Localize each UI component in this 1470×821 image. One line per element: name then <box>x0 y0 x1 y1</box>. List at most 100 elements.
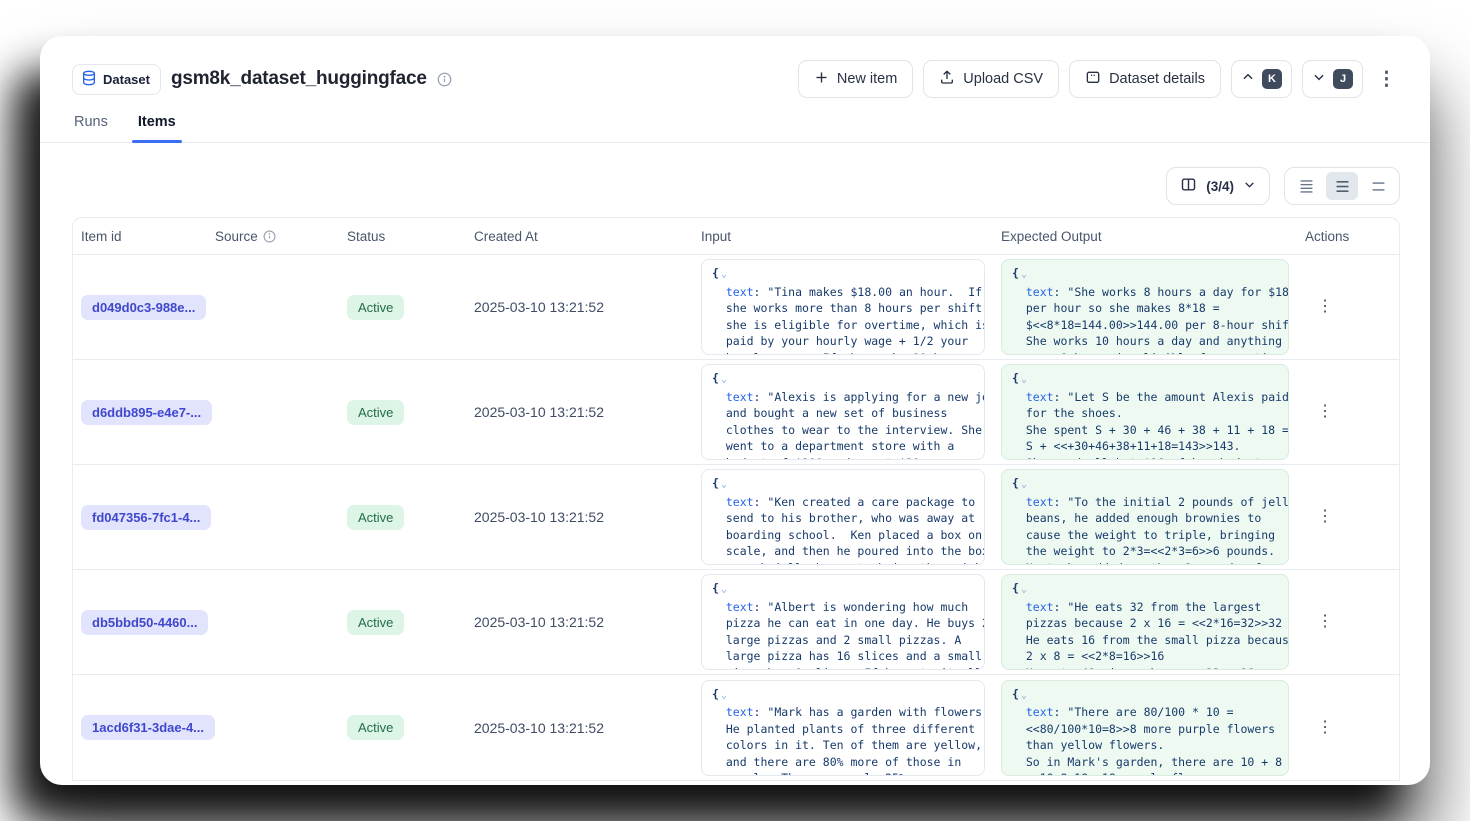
status-badge: Active <box>347 295 404 320</box>
json-value: "Tina makes $18.00 an hour. If <box>767 285 982 299</box>
created-at-cell: 2025-03-10 13:21:52 <box>466 509 693 525</box>
json-key: text <box>1012 705 1054 719</box>
collapse-chevron-icon[interactable]: ⌄ <box>721 690 727 701</box>
json-value: "Let S be the amount Alexis paid <box>1067 390 1289 404</box>
json-line: clothes to wear to the interview. She <box>712 422 974 439</box>
json-open-brace-line: {⌄ <box>712 475 974 494</box>
input-cell-preview[interactable]: {⌄ text: "Tina makes $18.00 an hour. If … <box>701 259 985 355</box>
json-line: pizza he can eat in one day. He buys 2 <box>712 615 974 632</box>
upload-csv-button[interactable]: Upload CSV <box>923 60 1059 98</box>
input-cell: {⌄ text: "Tina makes $18.00 an hour. If … <box>693 259 993 355</box>
output-cell: {⌄ text: "There are 80/100 * 10 = <<80/1… <box>993 680 1297 776</box>
item-id-badge[interactable]: fd047356-7fc1-4... <box>81 505 211 530</box>
output-cell-preview[interactable]: {⌄ text: "She works 8 hours a day for $1… <box>1001 259 1289 355</box>
json-key: text <box>712 600 754 614</box>
columns-icon <box>1180 176 1197 196</box>
input-cell-preview[interactable]: {⌄ text: "Albert is wondering how much p… <box>701 574 985 670</box>
item-id-badge[interactable]: d049d0c3-988e... <box>81 295 206 320</box>
collapse-chevron-icon[interactable]: ⌄ <box>721 479 727 490</box>
row-height-medium-button[interactable] <box>1326 172 1358 200</box>
json-colon: : <box>754 705 768 719</box>
json-line: text: "To the initial 2 pounds of jelly <box>1012 494 1278 511</box>
title-info-icon[interactable] <box>437 72 452 87</box>
upload-csv-label: Upload CSV <box>963 71 1043 87</box>
column-header-item-id[interactable]: Item id <box>73 229 207 244</box>
json-value: "To the initial 2 pounds of jelly <box>1067 495 1289 509</box>
json-key: text <box>1012 285 1054 299</box>
item-id-badge[interactable]: 1acd6f31-3dae-4... <box>81 715 215 740</box>
collapse-chevron-icon[interactable]: ⌄ <box>1021 479 1027 490</box>
column-header-actions: Actions <box>1297 229 1400 244</box>
collapse-chevron-icon[interactable]: ⌄ <box>1021 584 1027 595</box>
json-line: text: "Albert is wondering how much <box>712 599 974 616</box>
open-brace: { <box>1012 476 1019 490</box>
row-actions-menu-button[interactable]: ⋮ <box>1311 714 1339 742</box>
collapse-chevron-icon[interactable]: ⌄ <box>1021 374 1027 385</box>
input-cell-preview[interactable]: {⌄ text: "Alexis is applying for a new j… <box>701 364 985 460</box>
tab-runs[interactable]: Runs <box>72 114 110 142</box>
row-actions-menu-button[interactable]: ⋮ <box>1311 398 1339 426</box>
source-header-label: Source <box>215 229 258 244</box>
row-height-large-button[interactable] <box>1362 172 1394 200</box>
created-at-cell: 2025-03-10 13:21:52 <box>466 404 693 420</box>
column-header-source[interactable]: Source <box>207 229 339 244</box>
header-more-menu-button[interactable]: ⋮ <box>1373 60 1400 98</box>
column-header-input[interactable]: Input <box>693 229 993 244</box>
json-line: went to a department store with a <box>712 438 974 455</box>
row-height-small-button[interactable] <box>1290 172 1322 200</box>
item-id-badge[interactable]: d6ddb895-e4e7-... <box>81 400 212 425</box>
json-colon: : <box>754 390 768 404</box>
items-table: Item id Source Status Created At Input E… <box>72 217 1400 781</box>
json-line: text: "She works 8 hours a day for $18 <box>1012 284 1278 301</box>
table-row: d049d0c3-988e...Active2025-03-10 13:21:5… <box>73 255 1399 360</box>
column-header-expected-output[interactable]: Expected Output <box>993 229 1297 244</box>
collapse-chevron-icon[interactable]: ⌄ <box>721 584 727 595</box>
input-cell-preview[interactable]: {⌄ text: "Ken created a care package to … <box>701 469 985 565</box>
output-cell-preview[interactable]: {⌄ text: "There are 80/100 * 10 = <<80/1… <box>1001 680 1289 776</box>
row-actions-menu-button[interactable]: ⋮ <box>1311 608 1339 636</box>
json-colon: : <box>1054 285 1068 299</box>
page-header: Dataset gsm8k_dataset_huggingface New it… <box>40 36 1430 98</box>
json-line: and bought a new set of business <box>712 405 974 422</box>
json-colon: : <box>1054 495 1068 509</box>
dataset-details-button[interactable]: Dataset details <box>1069 60 1221 98</box>
item-id-badge[interactable]: db5bbd50-4460... <box>81 610 208 635</box>
row-actions-menu-button[interactable]: ⋮ <box>1311 293 1339 321</box>
hotkey-j-badge: J <box>1333 69 1353 89</box>
item-id-cell: fd047356-7fc1-4... <box>73 505 207 530</box>
output-cell-preview[interactable]: {⌄ text: "Let S be the amount Alexis pai… <box>1001 364 1289 460</box>
json-colon: : <box>1054 705 1068 719</box>
json-line: He planted plants of three different <box>712 721 974 738</box>
actions-cell: ⋮ <box>1297 503 1400 531</box>
json-line: beans, he added enough brownies to <box>1012 510 1278 527</box>
archive-box-icon <box>1085 69 1101 89</box>
chevron-down-icon <box>1243 178 1256 194</box>
output-cell-preview[interactable]: {⌄ text: "To the initial 2 pounds of jel… <box>1001 469 1289 565</box>
column-header-created-at[interactable]: Created At <box>466 229 693 244</box>
collapse-chevron-icon[interactable]: ⌄ <box>1021 269 1027 280</box>
collapse-chevron-icon[interactable]: ⌄ <box>1021 690 1027 701</box>
json-line: She spent S + 30 + 46 + 38 + 11 + 18 = <box>1012 422 1278 439</box>
column-header-status[interactable]: Status <box>339 229 466 244</box>
json-line: for the shoes. <box>1012 405 1278 422</box>
input-cell-preview[interactable]: {⌄ text: "Mark has a garden with flowers… <box>701 680 985 776</box>
output-cell-preview[interactable]: {⌄ text: "He eats 32 from the largest pi… <box>1001 574 1289 670</box>
tab-items[interactable]: Items <box>136 114 178 142</box>
json-key: text <box>712 285 754 299</box>
item-id-cell: 1acd6f31-3dae-4... <box>73 715 207 740</box>
collapse-chevron-icon[interactable]: ⌄ <box>721 269 727 280</box>
collapse-chevron-icon[interactable]: ⌄ <box>721 374 727 385</box>
status-badge: Active <box>347 505 404 530</box>
row-actions-menu-button[interactable]: ⋮ <box>1311 503 1339 531</box>
prev-item-button[interactable]: K <box>1231 60 1292 98</box>
next-item-button[interactable]: J <box>1302 60 1363 98</box>
new-item-button[interactable]: New item <box>798 60 913 98</box>
json-key: text <box>712 705 754 719</box>
columns-count-label: (3/4) <box>1206 179 1234 194</box>
json-value: "He eats 32 from the largest <box>1067 600 1261 614</box>
json-key: text <box>712 495 754 509</box>
columns-selector-button[interactable]: (3/4) <box>1166 167 1270 205</box>
open-brace: { <box>1012 687 1019 701</box>
json-line: He eats 48 pieces because 32 + 16 = <box>1012 665 1278 671</box>
source-info-icon[interactable] <box>263 230 276 243</box>
